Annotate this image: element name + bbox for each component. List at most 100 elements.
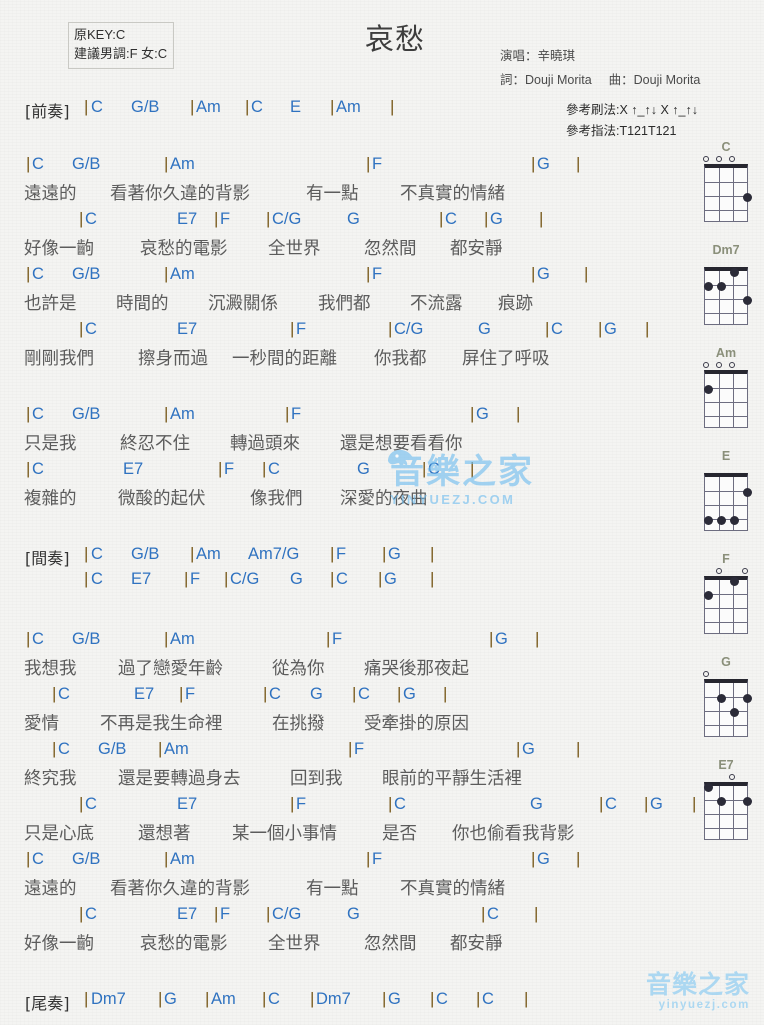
open-string-row: [694, 670, 758, 679]
key-info-box: 原KEY:C 建議男調:F 女:C: [68, 22, 174, 69]
barline: |: [52, 739, 57, 758]
barline: |: [164, 629, 169, 648]
section-outro: [尾奏] | Dm7 | G | Am | C | Dm7 | G | C | C |: [0, 989, 692, 1015]
lyric-token: 都安靜: [450, 934, 503, 954]
open-string-marker: [703, 362, 709, 368]
chord-token: G: [495, 630, 508, 648]
chord-token: C: [58, 685, 70, 703]
barline: |: [79, 794, 84, 813]
chord-token: F: [372, 265, 383, 283]
barline: |: [366, 264, 371, 283]
chord-token: C/G: [272, 210, 302, 228]
chord-row: | C G/B | Am | F | G |: [0, 404, 692, 430]
lyric-token: 忽然間: [364, 934, 417, 954]
chord-token: G/B: [72, 630, 101, 648]
chord-token: E7: [131, 570, 152, 588]
fret-line: [705, 402, 747, 403]
lyric-token: 不真實的情緒: [400, 879, 505, 899]
chord-token: C/G: [272, 905, 302, 923]
fret-grid: [704, 164, 752, 222]
barline: |: [245, 97, 250, 116]
barline: |: [531, 154, 536, 173]
chord-token: Dm7: [91, 990, 126, 1008]
barline: |: [218, 459, 223, 478]
barline: |: [79, 209, 84, 228]
barline: |: [524, 989, 529, 1008]
finger-dot: [716, 282, 726, 291]
open-string-marker: [729, 774, 735, 780]
chord-row: [尾奏] | Dm7 | G | Am | C | Dm7 | G | C | C |: [0, 989, 692, 1015]
fretboard: [704, 164, 752, 222]
chord-token: Am: [196, 98, 221, 116]
barline: |: [224, 569, 229, 588]
chord-token: C/G: [394, 320, 424, 338]
section-verse-3: | C G/B | Am | F | G | 我想我 過了戀愛年齡 從為你 痛哭後那夜起 | C E7 | F | C G…: [0, 629, 696, 960]
lyric-token: 擦身而過: [138, 349, 208, 369]
open-string-marker: [729, 362, 735, 368]
chord-token: C: [85, 795, 97, 813]
fretboard: [703, 576, 748, 634]
chord-row: | C E7 | F | C/G G | C | G |: [0, 569, 692, 595]
chord-token: G/B: [72, 405, 101, 423]
chord-token: G: [384, 570, 397, 588]
chord-token: C: [58, 740, 70, 758]
chord-token: C: [445, 210, 457, 228]
chord-token: E7: [177, 320, 198, 338]
barline: |: [266, 209, 271, 228]
fret-grid: [703, 370, 748, 428]
page-title: 哀愁: [364, 22, 425, 56]
barline: |: [84, 989, 89, 1008]
finger-dot: [703, 385, 713, 394]
credit-lyricist: 詞：Douji Morita: [500, 72, 592, 87]
chord-token: C: [32, 265, 44, 283]
barline: |: [382, 989, 387, 1008]
fretboard: [703, 370, 748, 428]
lyric-row: 愛情 不再是我生命裡 在挑撥 受牽掛的原因: [0, 710, 692, 740]
fretboard: [703, 782, 752, 840]
barline: |: [158, 739, 163, 758]
barline: |: [26, 404, 31, 423]
barline: |: [531, 849, 536, 868]
chord-token: C/G: [230, 570, 260, 588]
section-label: [間奏]: [25, 549, 70, 568]
string-line: [733, 374, 734, 427]
chord-token: Am: [211, 990, 236, 1008]
chord-token: G: [530, 795, 543, 813]
fret-line: [705, 210, 747, 211]
lyric-token: 屏住了呼吸: [462, 349, 550, 369]
barline: |: [378, 569, 383, 588]
finger-dot: [742, 694, 752, 703]
open-string-marker: [703, 671, 709, 677]
chord-token: C: [91, 545, 103, 563]
lyric-token: 全世界: [268, 239, 321, 259]
suggested-key: 建議男調:F 女:C: [74, 45, 168, 61]
chord-token: F: [291, 405, 302, 423]
chord-token: G: [290, 570, 303, 588]
lyric-row: 複雜的 微酸的起伏 像我們 深愛的夜曲: [0, 485, 692, 515]
barline: |: [214, 209, 219, 228]
barline: |: [470, 459, 475, 478]
fretboard: [703, 267, 752, 325]
chord-diagram-name: G: [721, 655, 731, 669]
chord-token: C: [251, 98, 263, 116]
chord-token: C: [358, 685, 370, 703]
lyric-token: 終究我: [24, 769, 77, 789]
chord-token: C: [32, 405, 44, 423]
lyric-token: 深愛的夜曲: [340, 489, 428, 509]
chord-token: E: [290, 98, 302, 116]
chord-diagram-e: E: [694, 449, 758, 531]
finger-dot: [716, 694, 726, 703]
finger-dot: [716, 516, 726, 525]
section-verse-2: | C G/B | Am | F | G | 只是我 終忍不住 轉過頭來 還是想要看看你 | C E7 | F | C G…: [0, 404, 692, 515]
lyric-row: 遠遠的 看著你久違的背影 有一點 不真實的情緒: [0, 875, 692, 905]
chord-token: G/B: [131, 545, 160, 563]
chord-token: G: [164, 990, 177, 1008]
barline: |: [489, 629, 494, 648]
chord-token: G: [478, 320, 491, 338]
chord-token: C: [436, 990, 448, 1008]
chord-token: C: [336, 570, 348, 588]
chord-diagram-name: E7: [718, 758, 734, 772]
barline: |: [348, 739, 353, 758]
barline: |: [52, 684, 57, 703]
lyric-token: 哀愁的電影: [140, 239, 228, 259]
